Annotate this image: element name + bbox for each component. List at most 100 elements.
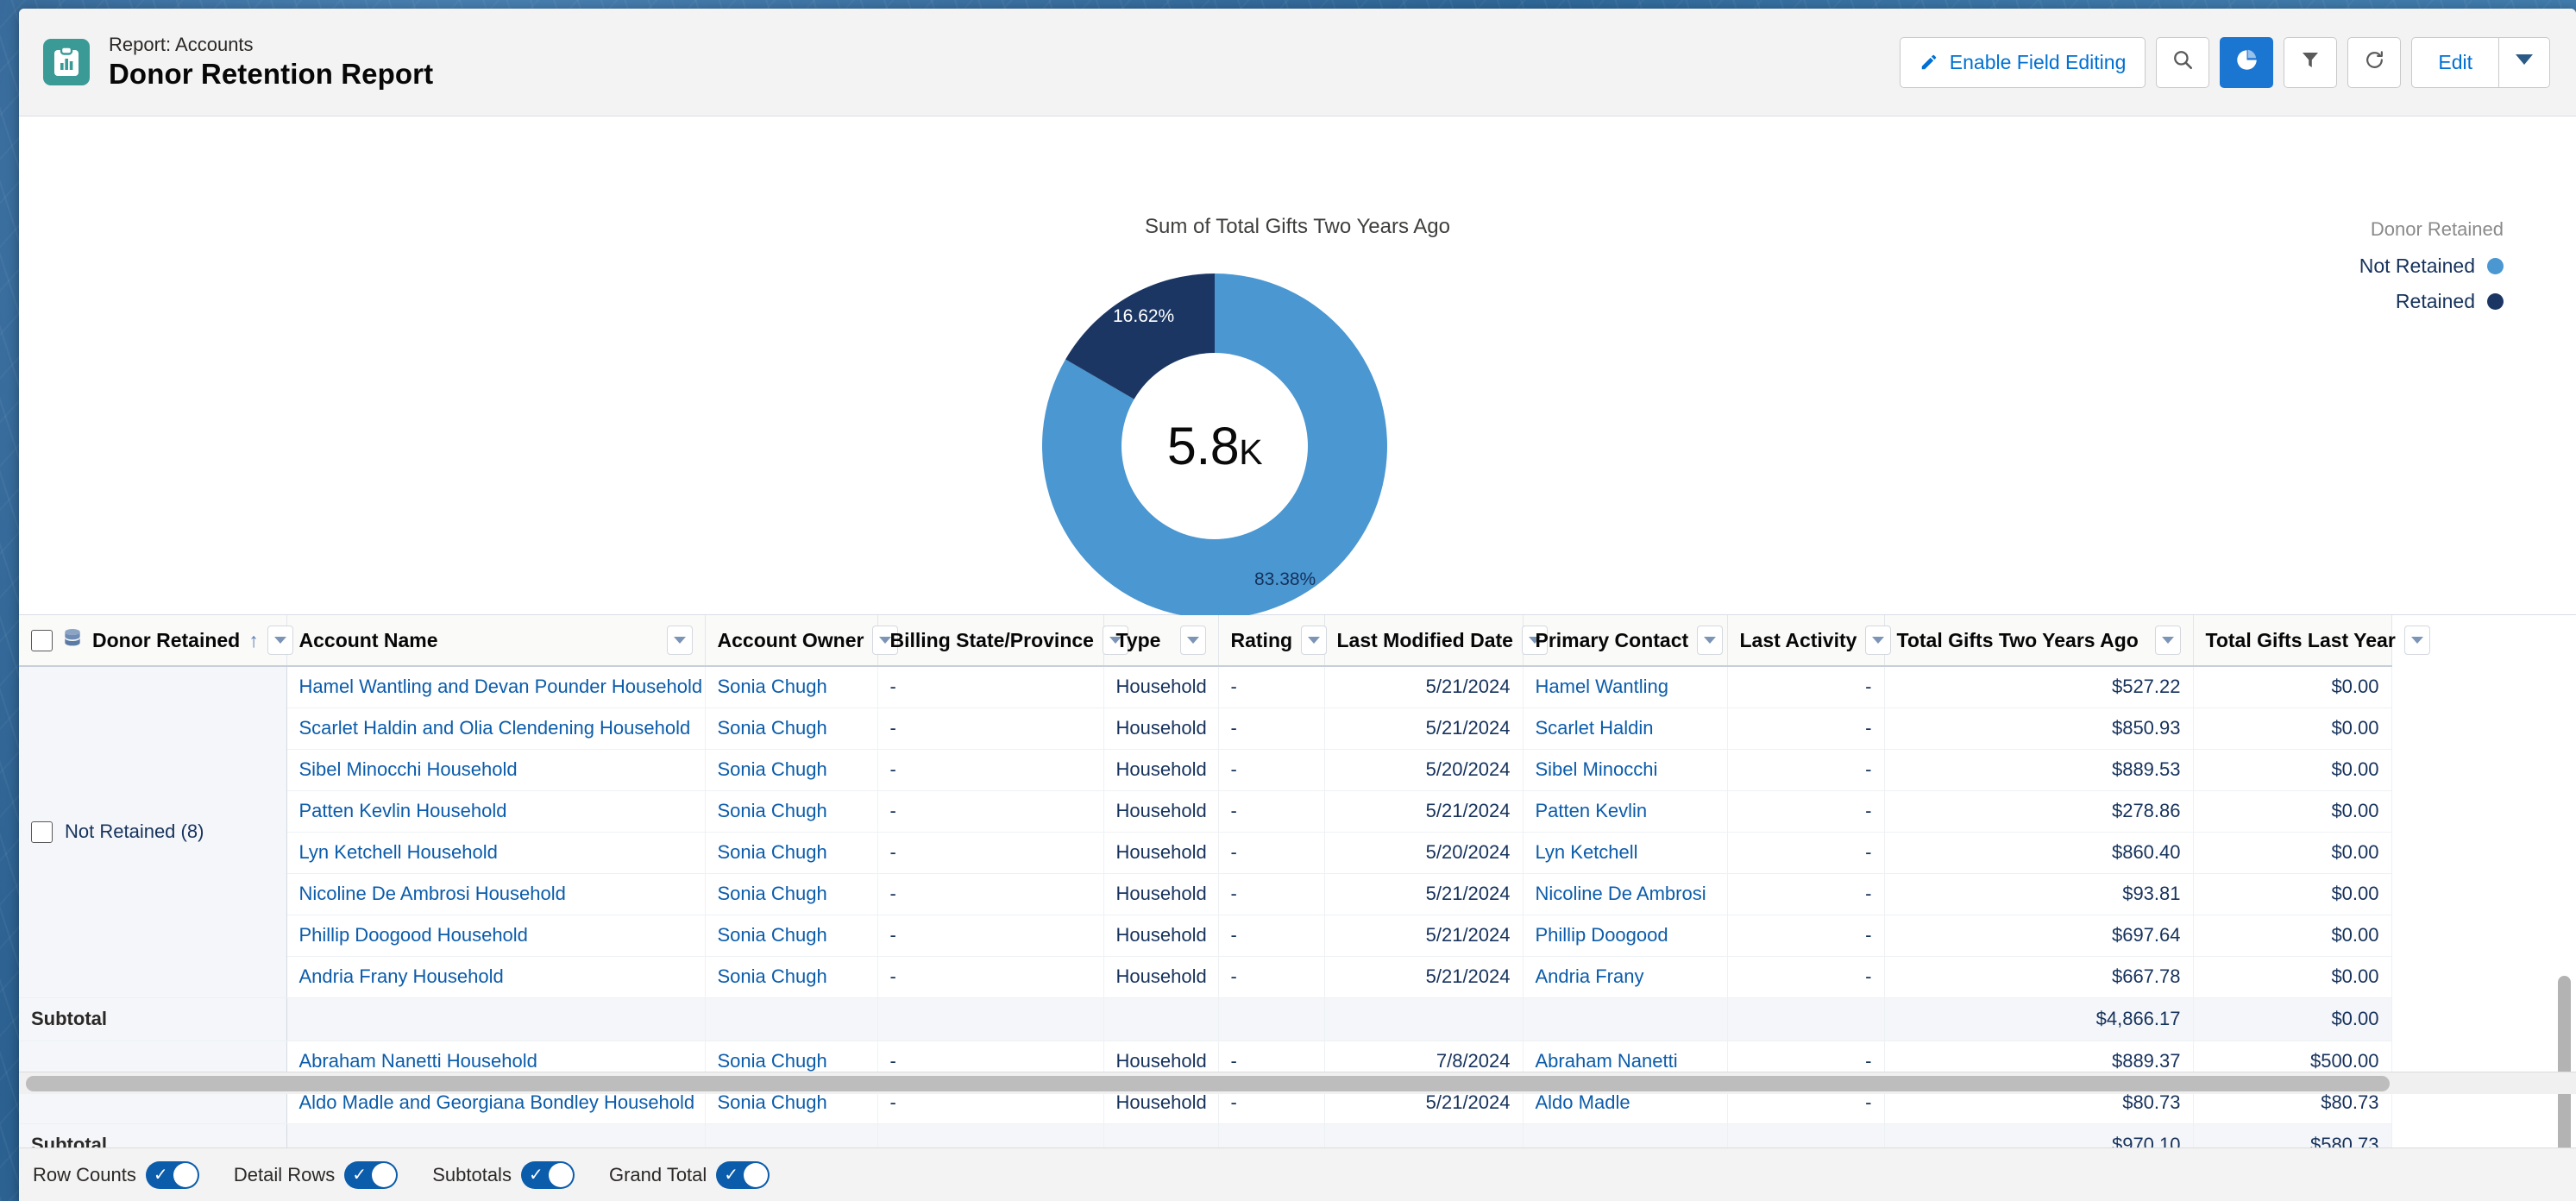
- cell-owner[interactable]: Sonia Chugh: [705, 666, 878, 708]
- cell-owner[interactable]: Sonia Chugh: [705, 873, 878, 915]
- cell-owner[interactable]: Sonia Chugh: [705, 915, 878, 957]
- slice-label-not-retained: 83.38%: [1254, 569, 1316, 589]
- link-contact[interactable]: Lyn Ketchell: [1536, 841, 1638, 863]
- link-contact[interactable]: Patten Kevlin: [1536, 800, 1648, 821]
- column-header-rating[interactable]: Rating: [1218, 615, 1328, 667]
- cell-contact[interactable]: Phillip Doogood: [1523, 915, 1728, 957]
- column-header-total-gifts-last-year[interactable]: Total Gifts Last Year: [2193, 615, 2430, 667]
- column-header-account-name[interactable]: Account Name: [286, 615, 706, 667]
- column-menu-rating[interactable]: [1301, 626, 1328, 655]
- link-account[interactable]: Aldo Madle and Georgiana Bondley Househo…: [299, 1091, 695, 1113]
- link-owner[interactable]: Sonia Chugh: [718, 841, 827, 863]
- cell-owner[interactable]: Sonia Chugh: [705, 707, 878, 750]
- cell-account[interactable]: Lyn Ketchell Household: [286, 832, 706, 874]
- link-contact[interactable]: Andria Frany: [1536, 965, 1644, 987]
- cell-gifts-last: $0.00: [2193, 790, 2392, 833]
- link-contact[interactable]: Phillip Doogood: [1536, 924, 1668, 946]
- link-contact[interactable]: Nicoline De Ambrosi: [1536, 883, 1706, 904]
- column-header-last-modified-date[interactable]: Last Modified Date: [1324, 615, 1548, 667]
- refresh-button[interactable]: [2347, 36, 2402, 88]
- report-table-container[interactable]: Donor Retained ↑ Account Name Account Ow…: [19, 615, 2576, 1148]
- toggle-grand-total[interactable]: ✓: [716, 1160, 770, 1189]
- cell-owner[interactable]: Sonia Chugh: [705, 956, 878, 998]
- cell-account[interactable]: Sibel Minocchi Household: [286, 749, 706, 791]
- toggle-detail-rows[interactable]: ✓: [344, 1160, 399, 1189]
- link-account[interactable]: Andria Frany Household: [299, 965, 504, 987]
- column-header-last-activity[interactable]: Last Activity: [1727, 615, 1892, 667]
- enable-field-editing-button[interactable]: Enable Field Editing: [1899, 36, 2146, 88]
- cell-account[interactable]: Phillip Doogood Household: [286, 915, 706, 957]
- sort-ascending-icon[interactable]: ↑: [248, 629, 259, 652]
- filter-button[interactable]: [2284, 36, 2338, 88]
- link-account[interactable]: Scarlet Haldin and Olia Clendening House…: [299, 717, 691, 739]
- legend-item-retained[interactable]: Retained: [2359, 290, 2504, 313]
- horizontal-scrollbar-thumb[interactable]: [26, 1076, 2390, 1091]
- cell-account[interactable]: Hamel Wantling and Devan Pounder Househo…: [286, 666, 706, 708]
- link-account[interactable]: Lyn Ketchell Household: [299, 841, 498, 863]
- toggle-row-counts[interactable]: ✓: [145, 1160, 199, 1189]
- search-button[interactable]: [2156, 36, 2210, 88]
- toggle-subtotals[interactable]: ✓: [520, 1160, 575, 1189]
- column-menu-account-name[interactable]: [666, 626, 693, 655]
- cell-account[interactable]: Patten Kevlin Household: [286, 790, 706, 833]
- edit-menu-button[interactable]: [2498, 36, 2550, 88]
- horizontal-scrollbar[interactable]: [19, 1072, 2576, 1094]
- cell-owner[interactable]: Sonia Chugh: [705, 832, 878, 874]
- subtotal-empty-cell: [1324, 1123, 1524, 1148]
- report-table: Donor Retained ↑ Account Name Account Ow…: [19, 615, 2430, 1148]
- cell-account[interactable]: Scarlet Haldin and Olia Clendening House…: [286, 707, 706, 750]
- cell-contact[interactable]: Andria Frany: [1523, 956, 1728, 998]
- group-select-checkbox[interactable]: [31, 821, 53, 843]
- cell-contact[interactable]: Nicoline De Ambrosi: [1523, 873, 1728, 915]
- select-all-checkbox[interactable]: [31, 629, 53, 651]
- column-header-billing-state[interactable]: Billing State/Province: [877, 615, 1128, 667]
- link-owner[interactable]: Sonia Chugh: [718, 758, 827, 780]
- chart-toggle-button[interactable]: [2220, 36, 2274, 88]
- column-menu-primary-contact[interactable]: [1697, 626, 1724, 655]
- link-account[interactable]: Abraham Nanetti Household: [299, 1050, 537, 1072]
- link-account[interactable]: Phillip Doogood Household: [299, 924, 528, 946]
- legend-item-not-retained[interactable]: Not Retained: [2359, 255, 2504, 278]
- cell-contact[interactable]: Hamel Wantling: [1523, 666, 1728, 708]
- column-menu-type[interactable]: [1179, 626, 1206, 655]
- link-account[interactable]: Nicoline De Ambrosi Household: [299, 883, 566, 904]
- column-header-account-owner[interactable]: Account Owner: [705, 615, 899, 667]
- column-header-total-gifts-two-years-ago[interactable]: Total Gifts Two Years Ago: [1884, 615, 2194, 667]
- column-header-donor-retained[interactable]: Donor Retained ↑: [19, 615, 293, 667]
- cell-account[interactable]: Andria Frany Household: [286, 956, 706, 998]
- link-account[interactable]: Sibel Minocchi Household: [299, 758, 518, 780]
- link-owner[interactable]: Sonia Chugh: [718, 965, 827, 987]
- link-owner[interactable]: Sonia Chugh: [718, 800, 827, 821]
- cell-contact[interactable]: Scarlet Haldin: [1523, 707, 1728, 750]
- link-contact[interactable]: Hamel Wantling: [1536, 676, 1668, 697]
- link-owner[interactable]: Sonia Chugh: [718, 1091, 827, 1113]
- column-header-primary-contact[interactable]: Primary Contact: [1523, 615, 1728, 667]
- column-menu-total-gifts-two-years-ago[interactable]: [2154, 626, 2181, 655]
- column-label-last-modified-date: Last Modified Date: [1336, 628, 1513, 651]
- cell-owner[interactable]: Sonia Chugh: [705, 749, 878, 791]
- link-contact[interactable]: Abraham Nanetti: [1536, 1050, 1678, 1072]
- column-menu-total-gifts-last-year[interactable]: [2403, 626, 2430, 655]
- cell-contact[interactable]: Lyn Ketchell: [1523, 832, 1728, 874]
- link-account[interactable]: Hamel Wantling and Devan Pounder Househo…: [299, 676, 703, 697]
- link-contact[interactable]: Sibel Minocchi: [1536, 758, 1658, 780]
- link-contact[interactable]: Aldo Madle: [1536, 1091, 1630, 1113]
- link-owner[interactable]: Sonia Chugh: [718, 676, 827, 697]
- cell-contact[interactable]: Sibel Minocchi: [1523, 749, 1728, 791]
- link-owner[interactable]: Sonia Chugh: [718, 1050, 827, 1072]
- edit-button[interactable]: Edit: [2411, 36, 2498, 88]
- link-contact[interactable]: Scarlet Haldin: [1536, 717, 1654, 739]
- cell-account[interactable]: Nicoline De Ambrosi Household: [286, 873, 706, 915]
- cell-activity: -: [1727, 915, 1885, 957]
- vertical-scrollbar[interactable]: [2558, 976, 2571, 1148]
- column-menu-last-activity[interactable]: [1865, 626, 1892, 655]
- link-owner[interactable]: Sonia Chugh: [718, 717, 827, 739]
- link-owner[interactable]: Sonia Chugh: [718, 924, 827, 946]
- column-menu-donor-retained[interactable]: [267, 626, 293, 655]
- link-owner[interactable]: Sonia Chugh: [718, 883, 827, 904]
- column-header-type[interactable]: Type: [1103, 615, 1219, 667]
- cell-owner[interactable]: Sonia Chugh: [705, 790, 878, 833]
- link-account[interactable]: Patten Kevlin Household: [299, 800, 507, 821]
- cell-contact[interactable]: Patten Kevlin: [1523, 790, 1728, 833]
- edit-split-button: Edit: [2411, 36, 2550, 88]
